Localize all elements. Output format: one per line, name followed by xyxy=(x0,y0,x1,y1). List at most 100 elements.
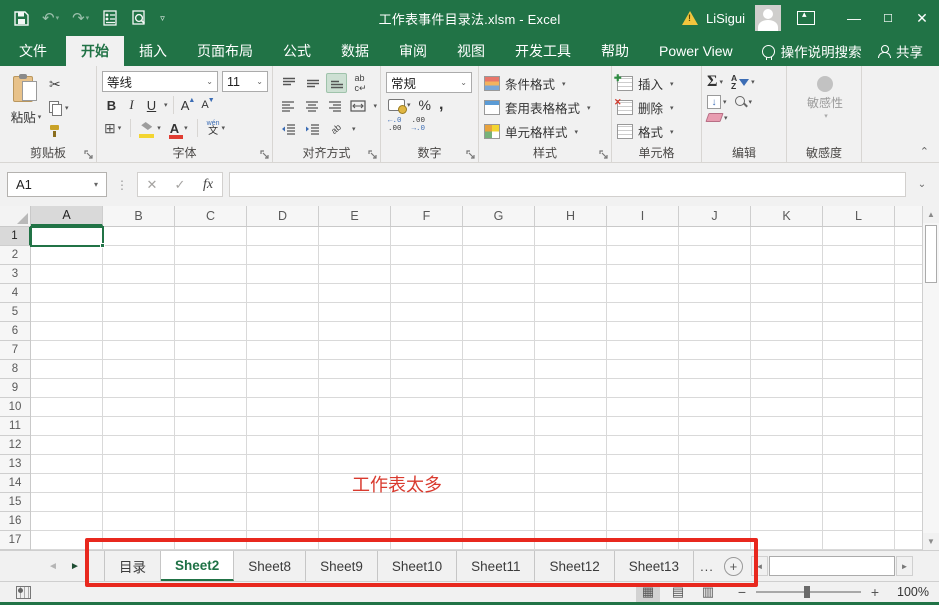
row-header-13[interactable]: 13 xyxy=(0,455,30,474)
italic-button[interactable]: I xyxy=(122,95,141,115)
selected-cell[interactable] xyxy=(30,226,104,247)
paste-button[interactable]: 粘贴▾ xyxy=(5,71,47,145)
conditional-formatting-button[interactable]: 条件格式▾ xyxy=(484,74,608,93)
formula-input[interactable] xyxy=(229,172,906,197)
scroll-right-button[interactable]: ► xyxy=(896,556,913,576)
underline-button[interactable]: U xyxy=(142,95,161,115)
save-icon[interactable] xyxy=(14,11,29,26)
row-header-1[interactable]: 1 xyxy=(0,227,31,246)
cut-button[interactable]: ✂ xyxy=(47,75,71,94)
ribbon-tab-开发工具[interactable]: 开发工具 xyxy=(500,36,586,66)
delete-cells-button[interactable]: ✕删除▾ xyxy=(617,98,698,117)
styles-dialog-launcher[interactable] xyxy=(599,150,609,160)
paste-dropdown[interactable]: ▾ xyxy=(38,113,42,121)
row-header-15[interactable]: 15 xyxy=(0,493,30,512)
avatar[interactable] xyxy=(755,5,781,31)
ribbon-tab-视图[interactable]: 视图 xyxy=(442,36,500,66)
vertical-scroll-thumb[interactable] xyxy=(925,225,937,283)
format-cells-button[interactable]: 格式▾ xyxy=(617,122,698,141)
column-header-F[interactable]: F xyxy=(391,206,463,226)
clear-button[interactable]: ▾ xyxy=(707,113,728,122)
align-center-button[interactable] xyxy=(301,96,321,116)
orientation-dropdown[interactable]: ▾ xyxy=(352,125,356,133)
column-header-D[interactable]: D xyxy=(247,206,319,226)
zoom-slider[interactable] xyxy=(756,591,861,593)
zoom-in-button[interactable]: + xyxy=(869,584,881,600)
column-header-B[interactable]: B xyxy=(103,206,175,226)
formula-bar-handle[interactable]: ⋮ xyxy=(113,178,131,192)
row-header-11[interactable]: 11 xyxy=(0,417,30,436)
horizontal-scroll-thumb[interactable] xyxy=(769,556,895,576)
row-header-8[interactable]: 8 xyxy=(0,360,30,379)
comma-style-button[interactable]: , xyxy=(439,96,443,114)
number-dialog-launcher[interactable] xyxy=(466,150,476,160)
formula-bar-expand-button[interactable]: ⌄ xyxy=(912,179,932,190)
insert-function-button[interactable]: fx xyxy=(194,173,222,196)
column-header-A[interactable]: A xyxy=(31,206,103,226)
sheet-tab-Sheet11[interactable]: Sheet11 xyxy=(457,551,535,581)
row-header-9[interactable]: 9 xyxy=(0,379,30,398)
cell-styles-button[interactable]: 单元格样式▾ xyxy=(484,122,608,141)
sheet-overflow-ellipsis[interactable]: ... xyxy=(694,551,720,581)
collapse-ribbon-button[interactable]: ⌃ xyxy=(920,145,929,158)
zoom-slider-thumb[interactable] xyxy=(804,586,810,598)
sheet-tab-Sheet8[interactable]: Sheet8 xyxy=(234,551,306,581)
decrease-decimal-button[interactable]: .00→.0 xyxy=(412,117,426,134)
insert-cells-button[interactable]: ✚插入▾ xyxy=(617,74,698,93)
autosum-button[interactable]: Σ▾ xyxy=(707,73,723,91)
page-break-view-button[interactable]: ▥ xyxy=(696,583,720,602)
row-header-4[interactable]: 4 xyxy=(0,284,30,303)
column-header-H[interactable]: H xyxy=(535,206,607,226)
row-header-5[interactable]: 5 xyxy=(0,303,30,322)
align-right-button[interactable] xyxy=(325,96,345,116)
normal-view-button[interactable]: ▦ xyxy=(636,583,660,602)
ribbon-display-options-icon[interactable] xyxy=(797,11,815,25)
align-left-button[interactable] xyxy=(278,96,298,116)
tell-me-search[interactable]: 操作说明搜索 xyxy=(762,36,862,66)
row-header-10[interactable]: 10 xyxy=(0,398,30,417)
row-header-17[interactable]: 17 xyxy=(0,531,30,550)
underline-dropdown[interactable]: ▾ xyxy=(164,101,168,109)
row-header-16[interactable]: 16 xyxy=(0,512,30,531)
redo-icon[interactable]: ↷▾ xyxy=(72,9,89,27)
sheet-tab-Sheet12[interactable]: Sheet12 xyxy=(535,551,614,581)
font-size-combo[interactable]: 11⌄ xyxy=(222,71,268,92)
column-header-G[interactable]: G xyxy=(463,206,535,226)
macro-record-icon[interactable] xyxy=(16,586,31,599)
horizontal-scrollbar[interactable]: ◄ ► xyxy=(751,556,913,576)
name-box-dropdown[interactable]: ▾ xyxy=(94,180,98,189)
print-preview-icon[interactable] xyxy=(131,10,147,26)
sheet-tab-Sheet10[interactable]: Sheet10 xyxy=(378,551,457,581)
font-dialog-launcher[interactable] xyxy=(260,150,270,160)
increase-font-button[interactable]: A▲ xyxy=(179,95,198,115)
copy-button[interactable]: ▾ xyxy=(47,98,71,117)
merge-center-dropdown[interactable]: ▾ xyxy=(374,102,378,110)
row-header-7[interactable]: 7 xyxy=(0,341,30,360)
clipboard-dialog-launcher[interactable] xyxy=(84,150,94,160)
sheet-tab-Sheet9[interactable]: Sheet9 xyxy=(306,551,378,581)
enter-button[interactable]: ✓ xyxy=(166,173,194,196)
font-name-combo[interactable]: 等线⌄ xyxy=(102,71,218,92)
ribbon-tab-帮助[interactable]: 帮助 xyxy=(586,36,644,66)
ribbon-tab-Power View[interactable]: Power View xyxy=(644,36,748,66)
cells-area[interactable] xyxy=(31,227,922,550)
format-painter-button[interactable] xyxy=(47,121,71,140)
wrap-text-button[interactable]: abc↵ xyxy=(350,73,371,93)
column-header-J[interactable]: J xyxy=(679,206,751,226)
sort-filter-button[interactable]: AZ▾ xyxy=(731,74,755,91)
row-header-6[interactable]: 6 xyxy=(0,322,30,341)
ribbon-tab-数据[interactable]: 数据 xyxy=(326,36,384,66)
ribbon-tab-页面布局[interactable]: 页面布局 xyxy=(182,36,268,66)
form-icon[interactable] xyxy=(102,10,118,26)
increase-decimal-button[interactable]: ←.0.00 xyxy=(388,117,402,134)
sheet-nav-left-button[interactable]: ◄ xyxy=(42,551,64,581)
ribbon-tab-开始[interactable]: 开始 xyxy=(66,36,124,66)
align-middle-button[interactable] xyxy=(302,73,323,93)
scroll-down-button[interactable]: ▼ xyxy=(923,533,939,550)
row-header-14[interactable]: 14 xyxy=(0,474,30,493)
column-header-K[interactable]: K xyxy=(751,206,823,226)
format-as-table-button[interactable]: 套用表格格式▾ xyxy=(484,98,608,117)
zoom-level[interactable]: 100% xyxy=(889,585,929,599)
accounting-format-button[interactable]: ▾ xyxy=(388,99,411,111)
borders-button[interactable]: ⊞▾ xyxy=(102,118,123,138)
